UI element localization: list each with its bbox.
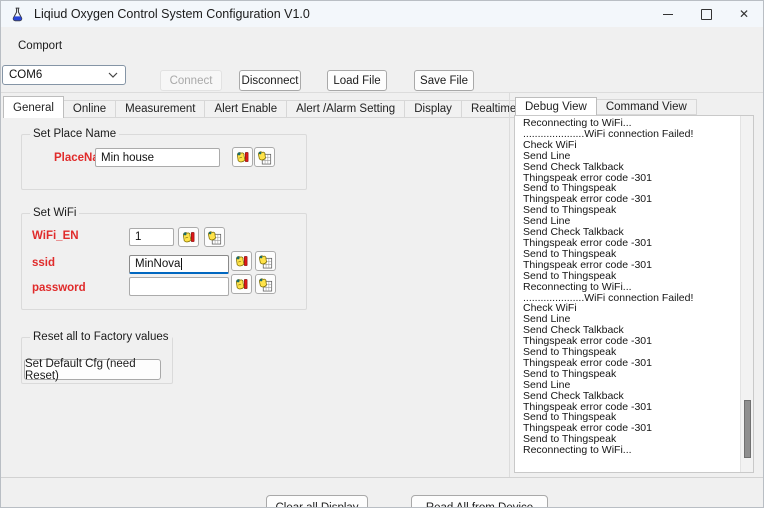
password-save-button[interactable]: [255, 274, 276, 294]
tab-alert-alarm-setting[interactable]: Alert /Alarm Setting: [286, 100, 406, 118]
set-default-cfg-button[interactable]: Set Default Cfg (need Reset): [24, 358, 161, 382]
save-value-icon: [257, 150, 272, 165]
toolbar-divider: [1, 92, 763, 93]
wifi-en-save-button[interactable]: [204, 227, 225, 247]
panel-divider: [509, 93, 510, 477]
log-line: Send Check Talkback: [523, 160, 624, 173]
comport-value: COM6: [9, 69, 43, 81]
disconnect-button[interactable]: Disconnect: [239, 70, 301, 91]
log-line: Reconnecting to WiFi...: [523, 280, 632, 293]
clear-all-display-button[interactable]: Clear all Display: [266, 495, 368, 507]
log-scrollbar[interactable]: [740, 116, 753, 472]
debug-log-listbox[interactable]: Reconnecting to WiFi....................…: [514, 115, 754, 473]
save-value-icon: [207, 230, 222, 245]
set-wifi-group: Set WiFi WiFi_EN 1 ssid MinNova password: [21, 207, 307, 310]
ssid-save-button[interactable]: [255, 251, 276, 271]
ssid-write-button[interactable]: [231, 251, 252, 271]
reset-factory-title: Reset all to Factory values: [30, 331, 172, 343]
tab-command-view[interactable]: Command View: [595, 99, 697, 115]
close-button[interactable]: ✕: [725, 1, 763, 27]
tab-general[interactable]: General: [3, 96, 64, 118]
maximize-button[interactable]: [687, 1, 725, 27]
log-line: Send Line: [523, 149, 571, 162]
debug-tab-strip: Debug View Command View: [515, 97, 697, 115]
tab-measurement[interactable]: Measurement: [115, 100, 206, 118]
set-wifi-title: Set WiFi: [30, 207, 80, 219]
window-title: Liqiud Oxygen Control System Configurati…: [34, 7, 310, 21]
password-field[interactable]: [129, 277, 229, 296]
password-label: password: [32, 282, 86, 294]
wifi-en-value: 1: [135, 231, 142, 243]
ssid-value: MinNova: [135, 258, 181, 270]
tab-display[interactable]: Display: [404, 100, 462, 118]
tab-online[interactable]: Online: [62, 100, 117, 118]
minimize-icon: [663, 13, 673, 15]
reset-factory-group: Reset all to Factory values Set Default …: [21, 331, 173, 384]
placename-field[interactable]: Min house: [95, 148, 220, 167]
text-caret: [181, 258, 183, 270]
wifi-en-write-button[interactable]: [178, 227, 199, 247]
write-value-icon: [235, 150, 250, 165]
write-value-icon: [181, 230, 196, 245]
ssid-field[interactable]: MinNova: [129, 255, 229, 274]
maximize-icon: [700, 8, 712, 20]
placename-save-button[interactable]: [254, 147, 275, 167]
comport-label: Comport: [18, 40, 63, 52]
save-value-icon: [258, 254, 273, 269]
title-bar: Liqiud Oxygen Control System Configurati…: [1, 1, 763, 27]
main-tab-strip: General Online Measurement Alert Enable …: [3, 96, 568, 118]
placename-write-button[interactable]: [232, 147, 253, 167]
wifi-en-field[interactable]: 1: [129, 228, 174, 246]
minimize-button[interactable]: [649, 1, 687, 27]
tab-alert-enable[interactable]: Alert Enable: [204, 100, 288, 118]
connect-button[interactable]: Connect: [160, 70, 222, 91]
log-scrollbar-thumb[interactable]: [744, 400, 751, 458]
log-line: Send Check Talkback: [523, 389, 624, 402]
set-place-name-title: Set Place Name: [30, 128, 120, 140]
app-flask-icon: [10, 7, 25, 22]
debug-log: Reconnecting to WiFi....................…: [523, 118, 739, 456]
read-all-from-device-button[interactable]: Read All from Device: [411, 495, 548, 507]
placename-value: Min house: [101, 151, 155, 164]
log-line: Send to Thingspeak: [523, 269, 617, 282]
save-value-icon: [258, 277, 273, 292]
ssid-label: ssid: [32, 257, 56, 269]
tab-debug-view[interactable]: Debug View: [515, 97, 597, 115]
wifi-en-label: WiFi_EN: [32, 230, 79, 242]
footer-bar: Clear all Display Read All from Device: [1, 478, 763, 507]
write-value-icon: [234, 254, 249, 269]
chevron-down-icon: [108, 72, 118, 78]
load-file-button[interactable]: Load File: [327, 70, 387, 91]
set-place-name-group: Set Place Name PlaceName Min house: [21, 128, 307, 190]
close-icon: ✕: [738, 7, 750, 21]
write-value-icon: [234, 277, 249, 292]
save-file-button[interactable]: Save File: [414, 70, 474, 91]
comport-select[interactable]: COM6: [2, 65, 126, 85]
log-line: Reconnecting to WiFi...: [523, 444, 632, 457]
app-window: Liqiud Oxygen Control System Configurati…: [0, 0, 764, 508]
password-write-button[interactable]: [231, 274, 252, 294]
